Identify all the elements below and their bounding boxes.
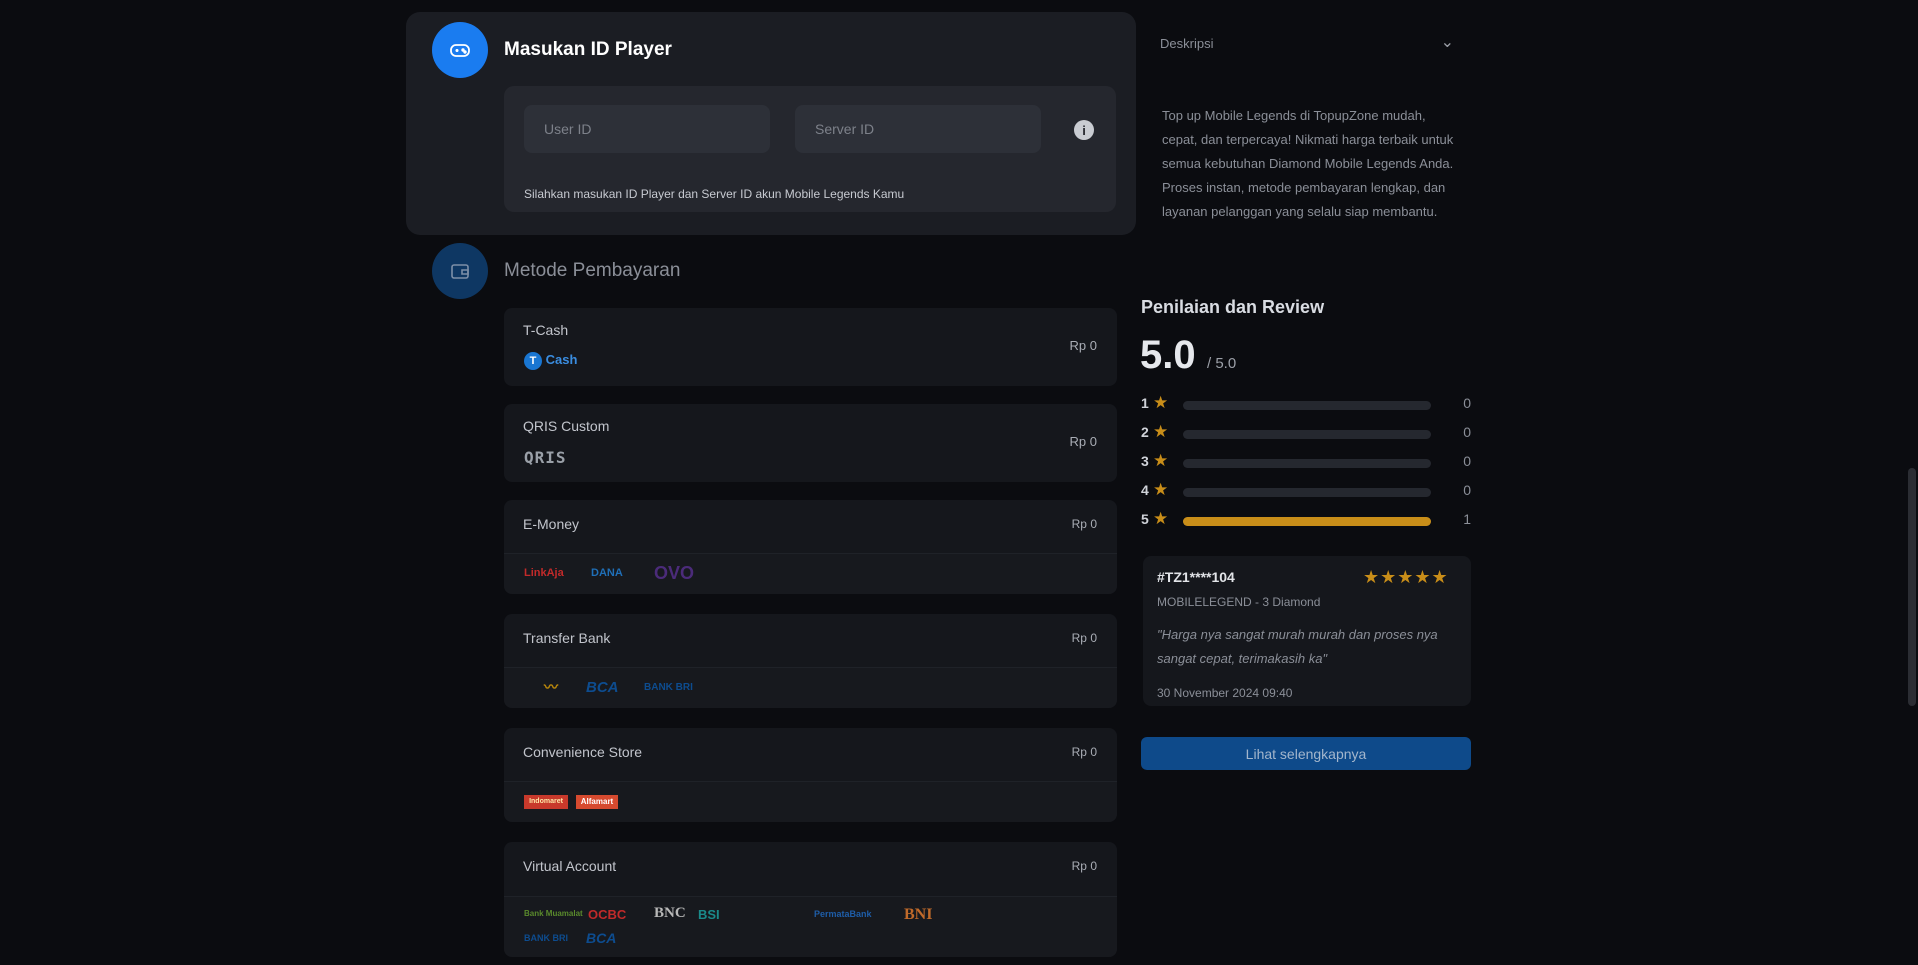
ovo-logo: OVO <box>654 563 695 583</box>
star-icon: ★ <box>1153 451 1169 470</box>
qris-logo: QRIS <box>524 448 567 467</box>
player-input-panel: User ID Server ID i Silahkan masukan ID … <box>504 86 1116 212</box>
review-user: #TZ1****104 <box>1157 569 1235 585</box>
rating-count: 1 <box>1463 511 1471 527</box>
payment-method-name: Virtual Account <box>523 858 617 874</box>
rating-row: 3 ★ 0 <box>1141 451 1471 473</box>
player-hint: Silahkan masukan ID Player dan Server ID… <box>524 187 905 201</box>
server-id-input[interactable]: Server ID <box>795 105 1041 153</box>
bca-logo: BCA <box>586 679 619 696</box>
muamalat-logo: Bank Muamalat <box>524 909 583 918</box>
rating-score: 5.0 <box>1140 333 1196 377</box>
rating-count: 0 <box>1463 424 1471 440</box>
bca-logo: BCA <box>586 930 617 946</box>
description-toggle[interactable]: Deskripsi ⌄ <box>1142 24 1472 64</box>
review-product: MOBILELEGEND - 3 Diamond <box>1157 595 1321 609</box>
star-icon: ★ <box>1153 509 1169 528</box>
tcash-logo: T Cash <box>524 352 577 370</box>
payment-method-qris[interactable]: QRIS Custom Rp 0 QRIS <box>504 404 1117 482</box>
payment-method-virtual-account[interactable]: Virtual Account Rp 0 Bank Muamalat OCBC … <box>504 842 1117 957</box>
payment-method-name: Convenience Store <box>523 744 643 760</box>
bsi-logo: BSI <box>698 907 720 922</box>
payment-method-name: T-Cash <box>523 322 569 338</box>
player-section-title: Masukan ID Player <box>504 39 672 60</box>
bank-logos: 〰 BCA BANK BRI <box>504 667 1117 708</box>
payment-method-price: Rp 0 <box>1069 434 1097 449</box>
rating-star-level: 4 <box>1141 482 1149 498</box>
user-id-input[interactable]: User ID <box>524 105 770 153</box>
rating-row: 1 ★ 0 <box>1141 393 1471 415</box>
rating-bar <box>1183 401 1431 410</box>
rating-row: 4 ★ 0 <box>1141 480 1471 502</box>
bri-logo: BANK BRI <box>644 682 693 693</box>
payment-method-name: QRIS Custom <box>523 418 610 434</box>
rating-row: 5 ★ 1 <box>1141 509 1471 531</box>
payment-method-price: Rp 0 <box>1071 631 1097 645</box>
payment-method-price: Rp 0 <box>1071 859 1097 873</box>
payment-method-convenience-store[interactable]: Convenience Store Rp 0 Indomaret Alfamar… <box>504 728 1117 822</box>
bri-logo: BANK BRI <box>524 933 568 943</box>
star-icon: ★ <box>1153 393 1169 412</box>
review-stars: ★★★★★ <box>1363 567 1449 587</box>
payment-method-transfer-bank[interactable]: Transfer Bank Rp 0 〰 BCA BANK BRI <box>504 614 1117 708</box>
store-logos: Indomaret Alfamart <box>504 781 1117 822</box>
rating-count: 0 <box>1463 482 1471 498</box>
rating-bar-fill <box>1183 517 1431 526</box>
payment-section-title: Metode Pembayaran <box>504 260 681 281</box>
review-text: "Harga nya sangat murah murah dan proses… <box>1157 627 1438 666</box>
payment-method-name: Transfer Bank <box>523 630 611 646</box>
page-scrollbar[interactable] <box>1908 468 1916 706</box>
review-date: 30 November 2024 09:40 <box>1157 686 1293 700</box>
info-icon[interactable]: i <box>1074 120 1094 140</box>
ocbc-logo: OCBC <box>588 907 627 922</box>
rating-star-level: 2 <box>1141 424 1149 440</box>
rating-bar <box>1183 488 1431 497</box>
rating-max: / 5.0 <box>1207 355 1237 372</box>
mandiri-wave-icon: 〰 <box>544 679 558 695</box>
review-card: #TZ1****104 ★★★★★ MOBILELEGEND - 3 Diamo… <box>1143 556 1471 706</box>
payment-method-emoney[interactable]: E-Money Rp 0 LinkAja DANA OVO <box>504 500 1117 594</box>
bnc-logo: BNC <box>654 905 686 921</box>
description-text: Top up Mobile Legends di TopupZone mudah… <box>1162 108 1454 219</box>
payment-method-tcash[interactable]: T-Cash Rp 0 T Cash <box>504 308 1117 386</box>
payment-method-price: Rp 0 <box>1069 338 1097 353</box>
rating-count: 0 <box>1463 395 1471 411</box>
indomaret-logo: Indomaret <box>524 795 568 809</box>
dana-logo: DANA <box>591 567 623 579</box>
rating-star-level: 3 <box>1141 453 1149 469</box>
rating-count: 0 <box>1463 453 1471 469</box>
emoney-logos: LinkAja DANA OVO <box>504 553 1117 594</box>
permata-logo: PermataBank <box>814 909 872 919</box>
star-icon: ★ <box>1153 422 1169 441</box>
rating-bar <box>1183 430 1431 439</box>
bni-logo: BNI <box>904 906 933 923</box>
player-id-card: Masukan ID Player User ID Server ID i Si… <box>406 12 1136 235</box>
rating-star-level: 1 <box>1141 395 1149 411</box>
payment-method-price: Rp 0 <box>1071 745 1097 759</box>
virtual-account-logos: Bank Muamalat OCBC BNC BSI PermataBank B… <box>504 896 1117 957</box>
rating-row: 2 ★ 0 <box>1141 422 1471 444</box>
alfamart-logo: Alfamart <box>576 795 618 809</box>
rating-bar <box>1183 517 1431 526</box>
payment-method-name: E-Money <box>523 516 580 532</box>
linkaja-logo: LinkAja <box>524 567 564 579</box>
see-more-button[interactable]: Lihat selengkapnya <box>1141 737 1471 770</box>
gamepad-icon <box>432 22 488 78</box>
chevron-down-icon: ⌄ <box>1440 34 1454 51</box>
payment-method-price: Rp 0 <box>1071 517 1097 531</box>
wallet-icon <box>432 243 488 299</box>
star-icon: ★ <box>1153 480 1169 499</box>
rating-bar <box>1183 459 1431 468</box>
rating-title: Penilaian dan Review <box>1141 297 1325 317</box>
description-label: Deskripsi <box>1160 36 1214 51</box>
rating-star-level: 5 <box>1141 511 1149 527</box>
